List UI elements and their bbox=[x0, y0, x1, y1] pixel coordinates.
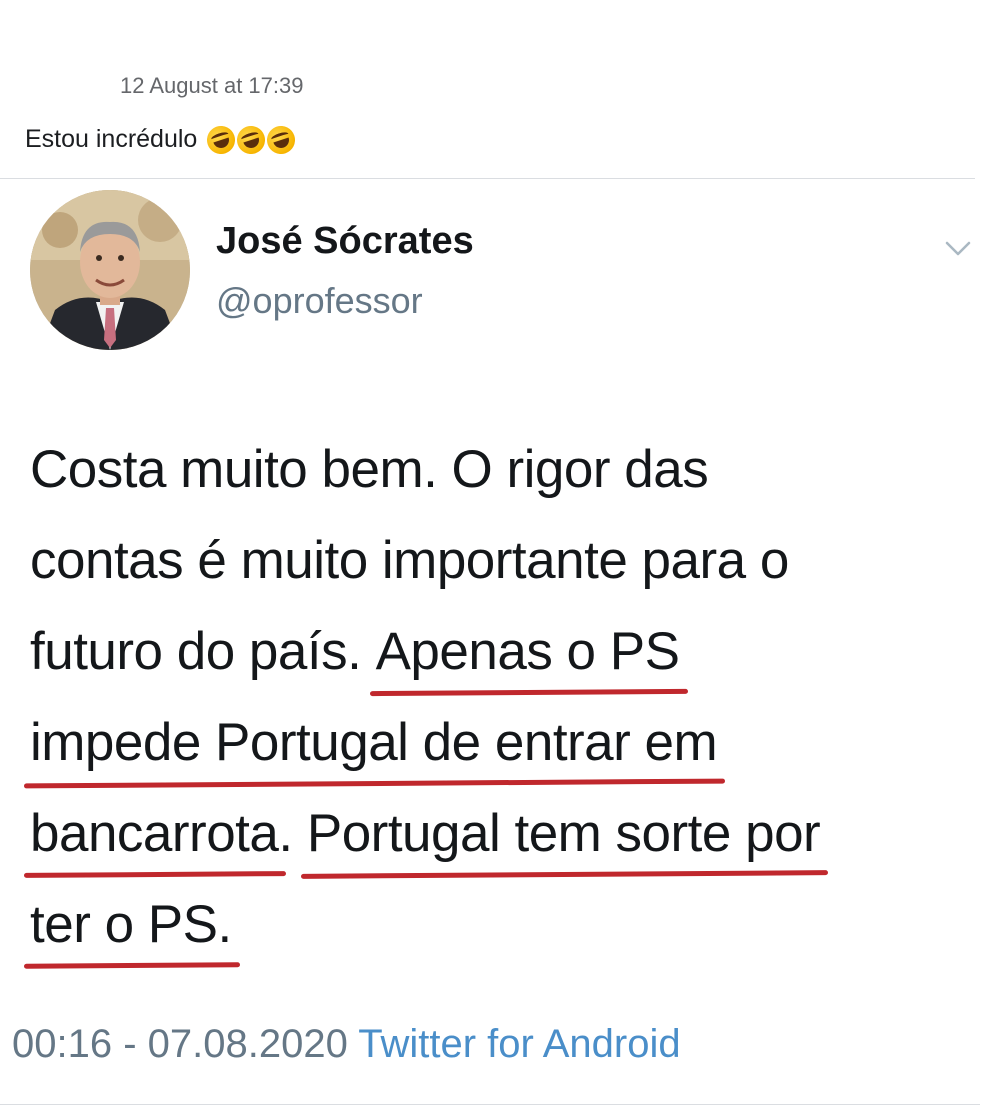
tweet-line: bancarrota. Portugal tem sorte por bbox=[30, 788, 970, 879]
underlined-text-segment: bancarrota bbox=[30, 788, 279, 879]
avatar-photo-icon bbox=[30, 190, 190, 350]
post-caption: Estou incrédulo bbox=[25, 121, 299, 158]
avatar[interactable] bbox=[30, 190, 190, 350]
tweet-line: Costa muito bem. O rigor das bbox=[30, 424, 970, 515]
underlined-text-segment: Portugal tem sorte por bbox=[307, 788, 821, 879]
post-header: 12 August at 17:39 Estou incrédulo bbox=[0, 0, 1000, 180]
underlined-text-segment: impede Portugal de entrar em bbox=[30, 697, 718, 788]
underlined-text-segment: Apenas o PS bbox=[376, 606, 680, 697]
divider bbox=[0, 178, 975, 179]
tweet-line: impede Portugal de entrar em bbox=[30, 697, 970, 788]
author-handle[interactable]: @oprofessor bbox=[216, 280, 423, 322]
tweet-text-segment: contas é muito importante para o bbox=[30, 531, 789, 590]
tweet-text-segment: futuro do país. bbox=[30, 622, 376, 681]
tweet-time[interactable]: 00:16 - 07.08.2020 bbox=[12, 1022, 348, 1066]
caption-text: Estou incrédulo bbox=[25, 125, 198, 153]
post-timestamp[interactable]: 12 August at 17:39 bbox=[120, 73, 304, 99]
tweet-line: ter o PS. bbox=[30, 879, 970, 970]
author-name[interactable]: José Sócrates bbox=[216, 220, 474, 263]
caption-emojis bbox=[203, 121, 299, 158]
underlined-text-segment: ter o PS. bbox=[30, 879, 232, 970]
divider bbox=[0, 1104, 980, 1105]
tweet-line: contas é muito importante para o bbox=[30, 515, 970, 606]
tweet-text-segment: . bbox=[278, 804, 307, 863]
rolling-on-the-floor-laughing-icon bbox=[233, 121, 269, 158]
tweet-text: Costa muito bem. O rigor das contas é mu… bbox=[30, 424, 970, 970]
tweet-meta: 00:16 - 07.08.2020 Twitter for Android bbox=[12, 1022, 681, 1067]
tweet-line: futuro do país. Apenas o PS bbox=[30, 606, 970, 697]
tweet-source-link[interactable]: Twitter for Android bbox=[358, 1022, 680, 1066]
tweet-card: José Sócrates @oprofessor Costa muito be… bbox=[0, 180, 980, 1100]
tweet-text-segment: Costa muito bem. O rigor das bbox=[30, 440, 709, 499]
rolling-on-the-floor-laughing-icon bbox=[203, 121, 239, 158]
rolling-on-the-floor-laughing-icon bbox=[263, 121, 299, 158]
chevron-down-icon[interactable] bbox=[942, 232, 974, 264]
